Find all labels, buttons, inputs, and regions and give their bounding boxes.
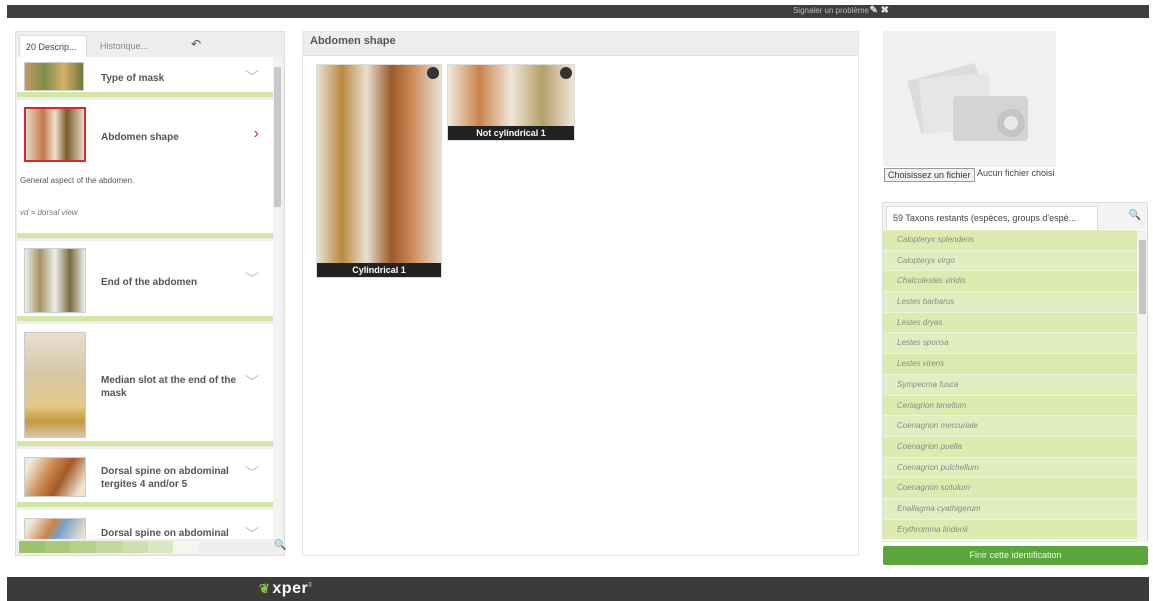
- swatch: [147, 541, 174, 553]
- swatch: [121, 541, 148, 553]
- descriptor-label: End of the abdomen: [101, 277, 198, 288]
- camera-placeholder-icon: [883, 31, 1056, 167]
- swatch: [173, 541, 200, 553]
- taxon-item[interactable]: Enallagma cyathigerum: [883, 498, 1137, 520]
- chevron-down-icon[interactable]: ﹀: [245, 67, 259, 87]
- state-caption: Cylindrical 1: [317, 263, 441, 277]
- scrollbar-thumb[interactable]: [274, 67, 281, 207]
- taxon-item[interactable]: Lestes dryas: [883, 312, 1137, 334]
- swatch: [96, 541, 122, 553]
- descriptor-label: Median slot at the end of the mask: [101, 375, 237, 399]
- chevron-down-icon[interactable]: ﹀: [245, 463, 259, 483]
- descriptor-item[interactable]: Type of mask ﹀: [17, 57, 273, 97]
- swatch: [19, 541, 45, 553]
- descriptor-item[interactable]: Dorsal spine on abdominal ﹀: [17, 510, 273, 539]
- state-select-dot[interactable]: [560, 67, 572, 79]
- top-bar: Signaler un problème ✎ ✖: [7, 5, 1149, 18]
- state-select-dot[interactable]: [427, 67, 439, 79]
- taxon-item[interactable]: Lestes barbarus: [883, 292, 1137, 313]
- descriptor-item[interactable]: Dorsal spine on abdominal tergites 4 and…: [17, 449, 273, 507]
- footer-bar: ❦ xper3: [7, 577, 1149, 601]
- logo-text: xper: [272, 580, 309, 597]
- taxon-item[interactable]: Coenagrion scitulum: [883, 478, 1137, 499]
- choose-file-button[interactable]: Choisissez un fichier: [884, 168, 975, 182]
- descriptor-title: Abdomen shape: [303, 32, 858, 56]
- descriptor-label: Dorsal spine on abdominal tergites 4 and…: [101, 466, 229, 490]
- logo-sup: 3: [308, 582, 313, 589]
- chevron-right-icon[interactable]: ›: [254, 125, 259, 143]
- tab-remaining-taxa[interactable]: 59 Taxons restants (espèces, groups d'es…: [886, 206, 1098, 229]
- descriptor-scrollbar[interactable]: [273, 57, 282, 539]
- taxon-item[interactable]: Calopteryx splendens: [883, 230, 1137, 251]
- tab-descriptors[interactable]: 20 Descrip...: [19, 35, 87, 57]
- progress-swatches: [19, 541, 200, 553]
- chevron-down-icon[interactable]: ﹀: [245, 269, 259, 289]
- descriptor-list: Type of mask ﹀ Abdomen shape › General a…: [17, 57, 273, 539]
- descriptors-tabs: 20 Descrip... Historique... ↶: [16, 32, 286, 57]
- finish-identification-button[interactable]: Finir cette identification: [883, 546, 1148, 565]
- taxon-item[interactable]: Calopteryx virgo: [883, 250, 1137, 272]
- taxon-item[interactable]: Chalcolestes viridis: [883, 271, 1137, 293]
- undo-icon[interactable]: ↶: [191, 37, 201, 51]
- taxon-item[interactable]: Lestes sponsa: [883, 333, 1137, 355]
- swatch: [70, 541, 97, 553]
- descriptor-item[interactable]: End of the abdomen ﹀: [17, 241, 273, 321]
- states-panel: Abdomen shape Cylindrical 1 Not cylindri…: [302, 31, 859, 556]
- chevron-down-icon[interactable]: ﹀: [245, 524, 259, 539]
- search-icon[interactable]: 🔍: [1129, 210, 1141, 221]
- descriptor-label: Abdomen shape: [101, 132, 179, 143]
- report-problem-link[interactable]: Signaler un problème: [793, 6, 869, 15]
- descriptor-label: Dorsal spine on abdominal: [101, 528, 229, 539]
- taxon-item[interactable]: Sympecma fusca: [883, 374, 1137, 396]
- descriptor-item-selected[interactable]: Abdomen shape › General aspect of the ab…: [17, 100, 273, 238]
- tools-icon[interactable]: ✎ ✖: [869, 5, 889, 16]
- taxon-item[interactable]: Coenagrion puella: [883, 436, 1137, 458]
- search-icon[interactable]: 🔍: [274, 540, 286, 551]
- taxon-item[interactable]: Erythromma lindenii: [883, 519, 1137, 541]
- descriptor-item[interactable]: Median slot at the end of the mask ﹀: [17, 324, 273, 446]
- state-caption: Not cylindrical 1: [448, 126, 574, 140]
- swatch: [44, 541, 71, 553]
- file-status: Aucun fichier choisi: [977, 168, 1055, 178]
- taxa-list: Calopteryx splendens Calopteryx virgo Ch…: [883, 230, 1137, 541]
- state-card-cylindrical[interactable]: Cylindrical 1: [316, 64, 442, 278]
- chevron-down-icon[interactable]: ﹀: [245, 372, 259, 392]
- descriptor-label: Type of mask: [101, 73, 165, 84]
- descriptor-thumbnail: [24, 332, 86, 438]
- taxon-item[interactable]: Coenagrion pulchellum: [883, 457, 1137, 479]
- camera-icon: [907, 62, 1028, 141]
- taxa-panel: 59 Taxons restants (espèces, groups d'es…: [882, 202, 1148, 542]
- leaf-icon: ❦: [259, 581, 271, 596]
- taxon-item[interactable]: Ceriagrion tenellum: [883, 395, 1137, 417]
- descriptor-note: vd = dorsal view: [20, 208, 78, 217]
- state-card-not-cylindrical[interactable]: Not cylindrical 1: [447, 64, 575, 141]
- descriptor-description: General aspect of the abdomen.: [20, 176, 135, 185]
- descriptor-thumbnail: [24, 248, 86, 313]
- descriptor-thumbnail: [24, 62, 84, 91]
- descriptor-thumbnail: [24, 518, 86, 539]
- descriptors-panel: 20 Descrip... Historique... ↶ Type of ma…: [15, 31, 286, 556]
- taxa-scrollbar[interactable]: [1137, 230, 1147, 542]
- xper-logo: ❦ xper3: [259, 580, 312, 598]
- scrollbar-thumb[interactable]: [1139, 240, 1146, 314]
- taxon-item[interactable]: Lestes virens: [883, 354, 1137, 375]
- tab-history[interactable]: Historique...: [94, 35, 172, 57]
- descriptor-thumbnail: [24, 107, 86, 162]
- taxon-item[interactable]: Coenagrion mercuriale: [883, 416, 1137, 437]
- descriptor-thumbnail: [24, 457, 86, 497]
